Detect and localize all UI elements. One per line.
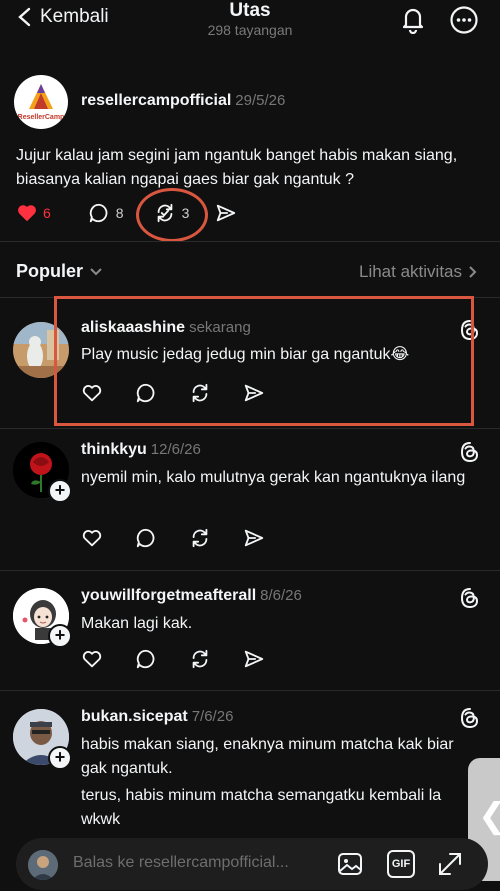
share-button[interactable] xyxy=(215,202,237,224)
more-options-icon[interactable] xyxy=(449,5,479,35)
send-icon[interactable] xyxy=(243,527,265,549)
reply-composer[interactable]: Balas ke resellercampofficial... GIF xyxy=(16,838,488,890)
comment-icon[interactable] xyxy=(135,527,157,549)
post-date: 29/5/26 xyxy=(235,92,286,109)
post-username[interactable]: resellercampofficial xyxy=(81,92,231,109)
reply-author[interactable]: bukan.sicepat 7/6/26 xyxy=(81,708,233,726)
comment-count: 8 xyxy=(115,205,124,221)
header: Kembali Utas 298 tayangan xyxy=(0,0,500,48)
reply-text: nyemil min, kalo mulutnya gerak kan ngan… xyxy=(81,469,466,486)
bell-icon[interactable] xyxy=(398,4,428,34)
repost-icon[interactable] xyxy=(189,648,211,670)
divider xyxy=(0,570,500,571)
highlight-annotation-box xyxy=(54,296,474,426)
post-text: Jujur kalau jam segini jam ngantuk bange… xyxy=(16,147,458,188)
like-button[interactable]: 6 xyxy=(16,202,51,224)
chevron-right-icon xyxy=(469,266,477,278)
divider xyxy=(0,428,500,429)
threads-icon[interactable] xyxy=(458,586,482,610)
expand-icon[interactable] xyxy=(436,850,464,878)
activity-label: Lihat aktivitas xyxy=(359,262,462,281)
follow-plus-button[interactable]: + xyxy=(48,479,72,503)
threads-icon[interactable] xyxy=(458,706,482,730)
reply-text-continued: terus, habis minum matcha semangatku kem… xyxy=(81,787,442,828)
repost-icon[interactable] xyxy=(189,527,211,549)
sort-label: Populer xyxy=(16,261,84,281)
user-photo xyxy=(28,850,58,880)
heart-filled-icon xyxy=(18,205,36,222)
reply-author[interactable]: youwillforgetmeafterall 8/6/26 xyxy=(81,587,302,605)
like-count: 6 xyxy=(43,205,51,221)
comment-button[interactable]: 8 xyxy=(88,202,124,224)
chevron-left-icon: ❮ xyxy=(478,796,500,836)
chevron-down-icon xyxy=(90,267,102,275)
divider xyxy=(0,690,500,691)
comment-icon xyxy=(89,203,108,223)
view-activity-link[interactable]: Lihat aktivitas xyxy=(359,262,478,282)
follow-plus-button[interactable]: + xyxy=(48,624,72,648)
reply-date: 7/6/26 xyxy=(191,708,234,725)
divider xyxy=(0,241,500,242)
reply-actions xyxy=(81,648,265,670)
send-icon[interactable] xyxy=(243,648,265,670)
avatar[interactable]: ResellerCamp xyxy=(14,75,68,129)
reply-date: 8/6/26 xyxy=(260,587,302,604)
send-icon xyxy=(217,204,236,222)
reply-input-placeholder[interactable]: Balas ke resellercampofficial... xyxy=(73,854,289,872)
comment-icon[interactable] xyxy=(135,648,157,670)
sort-dropdown[interactable]: Populer xyxy=(16,261,103,282)
reply-actions xyxy=(81,527,265,549)
reply-username[interactable]: bukan.sicepat xyxy=(81,708,188,725)
reply-author[interactable]: thinkkyu 12/6/26 xyxy=(81,441,201,459)
heart-icon[interactable] xyxy=(81,527,103,549)
avatar xyxy=(28,850,58,880)
reply-date: 12/6/26 xyxy=(150,441,201,458)
threads-icon[interactable] xyxy=(458,440,482,464)
reply-text: Makan lagi kak. xyxy=(81,615,193,632)
follow-plus-button[interactable]: + xyxy=(48,746,72,770)
post-author[interactable]: resellercampofficial 29/5/26 xyxy=(81,92,285,110)
gif-button[interactable]: GIF xyxy=(387,850,415,878)
svg-text:ResellerCamp: ResellerCamp xyxy=(18,114,65,121)
highlight-annotation-circle xyxy=(136,188,208,242)
image-icon[interactable] xyxy=(336,850,364,878)
reseller-camp-logo: ResellerCamp xyxy=(18,84,65,121)
reply-username[interactable]: thinkkyu xyxy=(81,441,147,458)
reply-username[interactable]: youwillforgetmeafterall xyxy=(81,587,256,604)
heart-icon[interactable] xyxy=(81,648,103,670)
reply-text: habis makan siang, enaknya minum matcha … xyxy=(81,736,454,777)
